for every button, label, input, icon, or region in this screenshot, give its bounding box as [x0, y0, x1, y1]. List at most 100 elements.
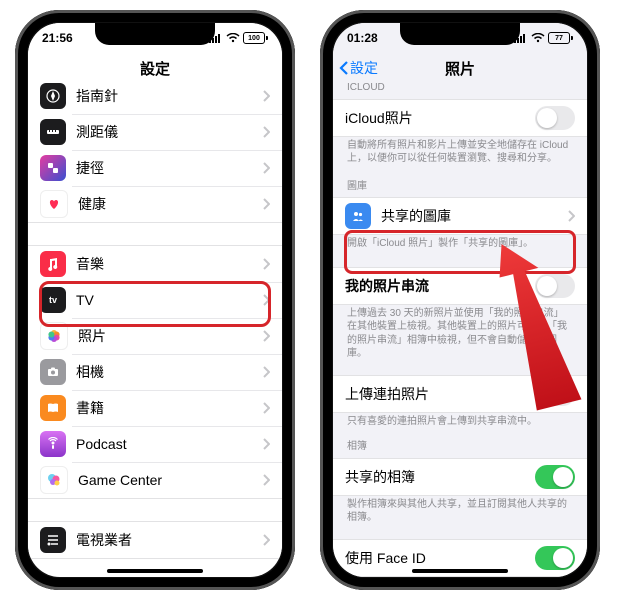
chevron-right-icon — [262, 294, 270, 306]
my-photo-stream-row[interactable]: 我的照片串流 — [333, 268, 587, 304]
phone-right-screen: 01:28 77 設定 照片 ICLOUD iCloud照片 — [333, 23, 587, 577]
section-header: 圖庫 — [333, 178, 587, 198]
wifi-icon — [226, 33, 240, 43]
podcast-icon — [40, 431, 66, 457]
nav-bar: 設定 — [28, 51, 282, 86]
chevron-right-icon — [262, 402, 270, 414]
settings-row-tvprovider[interactable]: 電視業者 — [28, 522, 282, 558]
chevron-right-icon — [567, 210, 575, 222]
section-footer: 自動將所有照片和影片上傳並安全地儲存在 iCloud 上，以便你可以從任何裝置瀏… — [333, 137, 587, 170]
battery-icon: 100 — [243, 32, 268, 44]
status-time: 21:56 — [42, 31, 73, 45]
settings-row-photos[interactable]: 照片 — [28, 318, 282, 354]
upload-burst-toggle[interactable] — [535, 382, 575, 406]
status-time: 01:28 — [347, 31, 378, 45]
settings-row-shortcuts[interactable]: 捷徑 — [28, 150, 282, 186]
row-label: Podcast — [76, 436, 262, 452]
settings-row-books[interactable]: 書籍 — [28, 390, 282, 426]
gamecenter-icon — [40, 466, 68, 494]
chevron-right-icon — [262, 474, 270, 486]
row-label: 我的照片串流 — [345, 276, 535, 296]
row-label: 相機 — [76, 362, 262, 382]
photos-settings[interactable]: ICLOUD iCloud照片 自動將所有照片和影片上傳並安全地儲存在 iClo… — [333, 83, 587, 577]
section-footer: 開啟「iCloud 照片」製作「共享的圖庫」。 — [333, 235, 587, 255]
chevron-right-icon — [262, 330, 270, 342]
back-button[interactable]: 設定 — [339, 51, 378, 85]
shared-albums-toggle[interactable] — [535, 465, 575, 489]
book-icon — [40, 395, 66, 421]
tvprovider-icon — [40, 527, 66, 553]
row-label: 健康 — [78, 194, 262, 214]
home-indicator[interactable] — [107, 569, 203, 573]
icloud-photos-row[interactable]: iCloud照片 — [333, 100, 587, 136]
wifi-icon — [531, 33, 545, 43]
heart-icon — [40, 190, 68, 218]
section-footer: 必須使用 Face ID 才能檢視「已隱藏」和「最近刪除」相簿。 — [333, 577, 587, 578]
nav-bar: 設定 照片 — [333, 51, 587, 85]
tv-icon: tv — [40, 287, 66, 313]
chevron-right-icon — [262, 438, 270, 450]
status-icons: 77 — [514, 32, 573, 44]
settings-row-health[interactable]: 健康 — [28, 186, 282, 222]
photos-icon — [40, 322, 68, 350]
settings-row-tv[interactable]: tv TV — [28, 282, 282, 318]
section-header: ICLOUD — [333, 83, 587, 99]
row-label: 共享的圖庫 — [381, 206, 567, 226]
phone-right-frame: 01:28 77 設定 照片 ICLOUD iCloud照片 — [320, 10, 600, 590]
notch — [400, 23, 520, 45]
section-header: 相簿 — [333, 438, 587, 458]
settings-row-podcast[interactable]: Podcast — [28, 426, 282, 462]
settings-row-music[interactable]: 音樂 — [28, 246, 282, 282]
upload-burst-row[interactable]: 上傳連拍照片 — [333, 376, 587, 412]
faceid-toggle[interactable] — [535, 546, 575, 570]
music-note-icon — [40, 251, 66, 277]
chevron-right-icon — [262, 162, 270, 174]
shared-albums-row[interactable]: 共享的相簿 — [333, 459, 587, 495]
section-footer: 製作相簿來與其他人共享，並且訂閱其他人共享的相簿。 — [333, 496, 587, 529]
settings-row-gamecenter[interactable]: Game Center — [28, 462, 282, 498]
shared-library-row[interactable]: 共享的圖庫 — [333, 198, 587, 234]
chevron-right-icon — [262, 258, 270, 270]
my-photo-stream-toggle[interactable] — [535, 274, 575, 298]
section-footer: 只有喜愛的連拍照片會上傳到共享串流中。 — [333, 413, 587, 433]
compass-icon — [40, 83, 66, 109]
nav-title: 照片 — [445, 58, 475, 79]
row-label: 書籍 — [76, 398, 262, 418]
chevron-right-icon — [262, 198, 270, 210]
chevron-right-icon — [262, 366, 270, 378]
chevron-right-icon — [262, 126, 270, 138]
row-label: 照片 — [78, 326, 262, 346]
row-label: 音樂 — [76, 254, 262, 274]
row-label: iCloud照片 — [345, 108, 535, 128]
row-label: 捷徑 — [76, 158, 262, 178]
notch — [95, 23, 215, 45]
row-label: TV — [76, 292, 262, 308]
camera-icon — [40, 359, 66, 385]
row-label: 共享的相簿 — [345, 467, 535, 487]
row-label: 電視業者 — [76, 530, 262, 550]
ruler-icon — [40, 119, 66, 145]
phone-left-frame: 21:56 100 設定 指南針 測距儀 — [15, 10, 295, 590]
settings-row-compass[interactable]: 指南針 — [28, 83, 282, 114]
battery-icon: 77 — [548, 32, 573, 44]
section-footer: 上傳過去 30 天的新照片並使用「我的照片串流」在其他裝置上檢視。其他裝置上的照… — [333, 305, 587, 365]
settings-row-measure[interactable]: 測距儀 — [28, 114, 282, 150]
icloud-photos-toggle[interactable] — [535, 106, 575, 130]
nav-title: 設定 — [140, 58, 170, 79]
settings-list[interactable]: 指南針 測距儀 捷徑 健康 — [28, 83, 282, 577]
chevron-right-icon — [262, 90, 270, 102]
row-label: 使用 Face ID — [345, 548, 535, 568]
chevron-left-icon — [339, 60, 349, 76]
back-label: 設定 — [350, 58, 378, 78]
row-label: Game Center — [78, 472, 262, 488]
people-icon — [345, 203, 371, 229]
phone-left-screen: 21:56 100 設定 指南針 測距儀 — [28, 23, 282, 577]
chevron-right-icon — [262, 534, 270, 546]
row-label: 測距儀 — [76, 122, 262, 142]
status-icons: 100 — [209, 32, 268, 44]
settings-row-camera[interactable]: 相機 — [28, 354, 282, 390]
home-indicator[interactable] — [412, 569, 508, 573]
row-label: 上傳連拍照片 — [345, 384, 535, 404]
shortcuts-icon — [40, 155, 66, 181]
row-label: 指南針 — [76, 86, 262, 106]
